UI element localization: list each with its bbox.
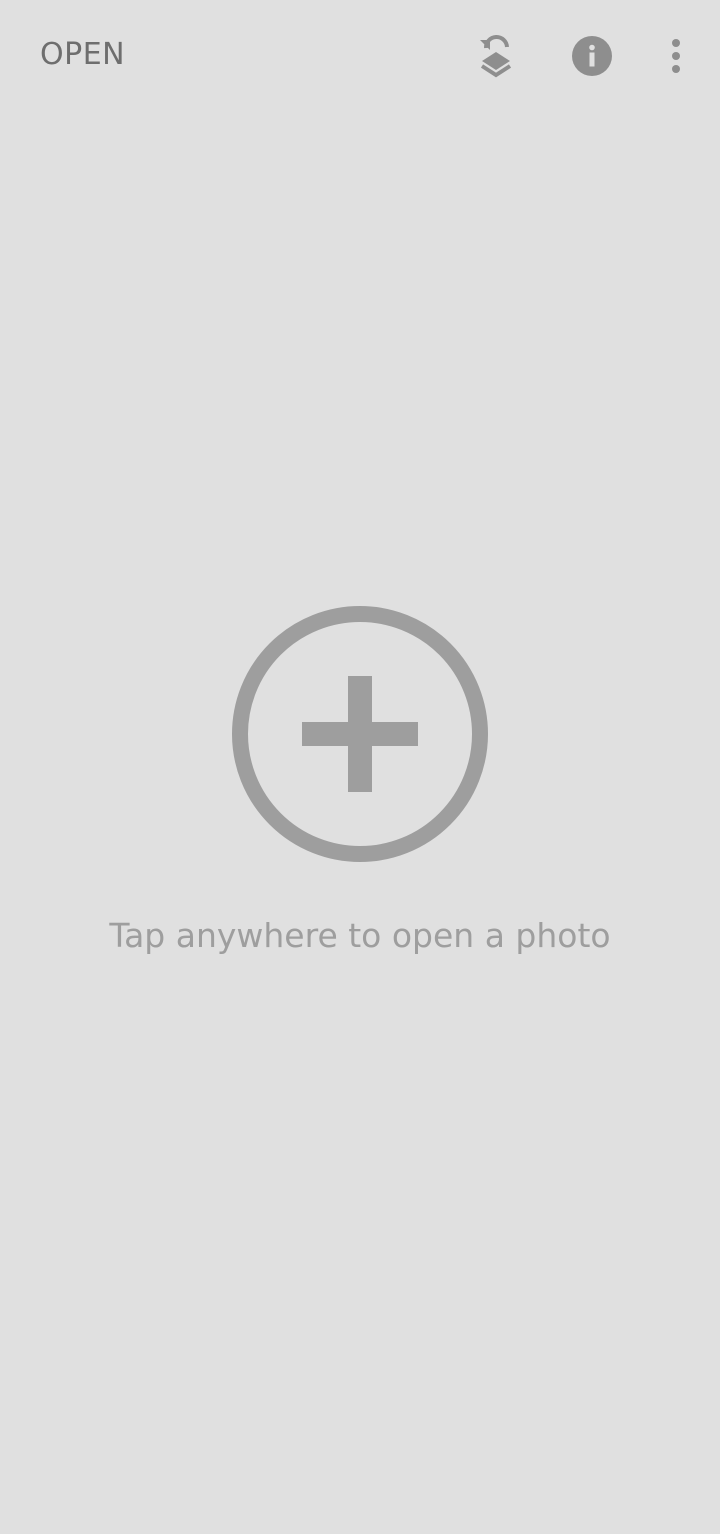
info-button[interactable] [566, 30, 618, 82]
open-button[interactable]: OPEN [40, 34, 125, 76]
more-vert-icon [672, 39, 680, 73]
info-icon [572, 36, 612, 76]
add-circle-icon [232, 606, 488, 862]
more-options-button[interactable] [650, 30, 702, 82]
open-photo-tap-area[interactable]: Tap anywhere to open a photo [0, 108, 720, 1534]
layers-undo-icon [480, 35, 512, 78]
open-photo-hint: Tap anywhere to open a photo [109, 916, 611, 955]
top-app-bar: OPEN [0, 0, 720, 108]
app-screen: OPEN Tap anywhere to open a photo [0, 0, 720, 1534]
layers-undo-button[interactable] [470, 30, 522, 82]
